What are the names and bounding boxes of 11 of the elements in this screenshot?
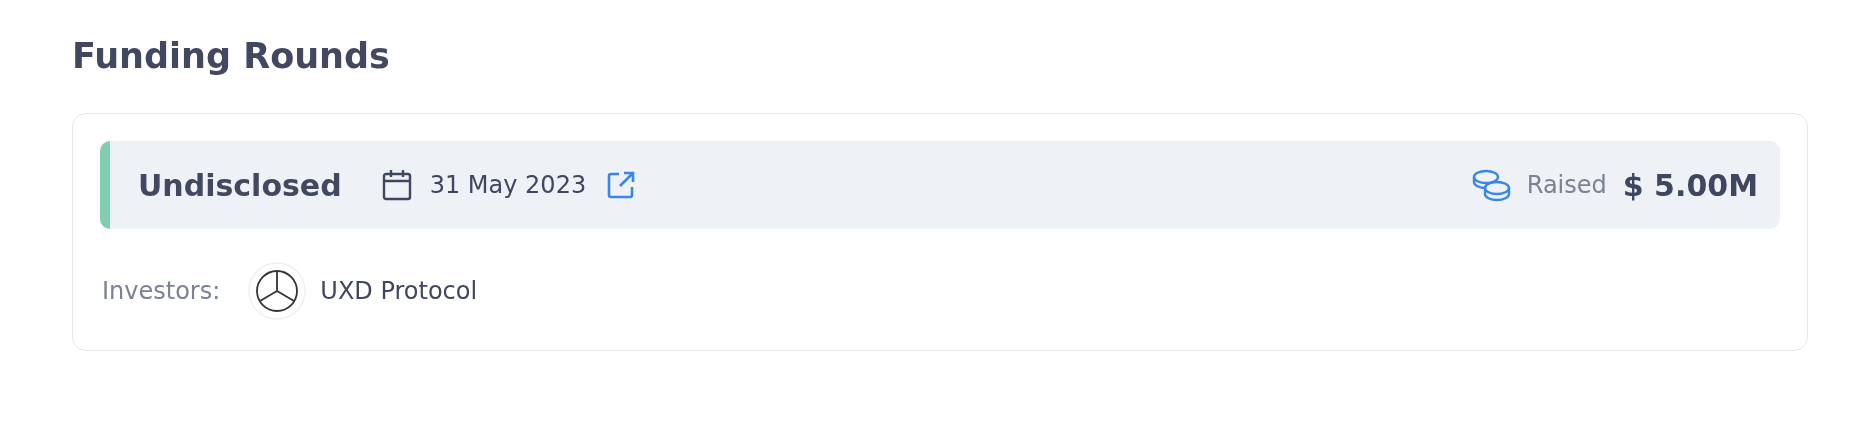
coins-icon: [1470, 167, 1513, 203]
external-link-icon[interactable]: [606, 170, 637, 200]
calendar-icon: [381, 169, 412, 201]
investor-name[interactable]: UXD Protocol: [320, 277, 478, 305]
investors-label: Investors:: [102, 277, 221, 305]
investor-logo-icon: [248, 262, 307, 320]
round-type: Undisclosed: [138, 167, 342, 203]
raised-label: Raised: [1526, 171, 1607, 199]
raised-amount: $ 5.00M: [1622, 167, 1758, 203]
round-date: 31 May 2023: [429, 171, 587, 199]
section-title: Funding Rounds: [72, 35, 391, 78]
